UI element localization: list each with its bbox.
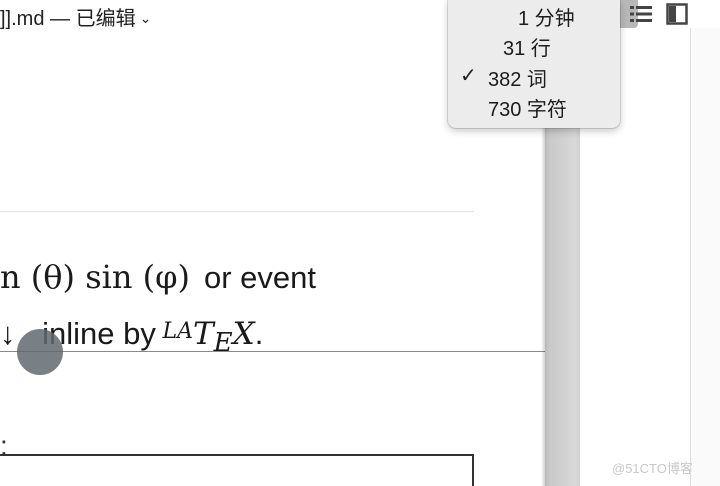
outline-button[interactable] <box>628 1 654 27</box>
checkmark-icon: ✓ <box>460 65 477 87</box>
menu-item-label: 31 行 <box>503 38 551 60</box>
paragraph-line-1: n (θ) sin (φ) or event <box>0 258 316 296</box>
code-block-border <box>0 454 474 486</box>
menu-item-label: 730 字符 <box>488 99 567 121</box>
list-icon <box>630 6 652 22</box>
chevron-down-icon[interactable]: ⌄ <box>140 10 152 26</box>
period: . <box>254 316 264 351</box>
inline-math[interactable]: n (θ) sin (φ) <box>0 258 190 296</box>
document-title[interactable]: ]].md — 已编辑 ⌄ <box>0 2 151 31</box>
cursor-guide-line <box>0 351 580 352</box>
latex-e: E <box>213 328 233 359</box>
sidebar-toggle-icon <box>666 3 688 25</box>
right-strip <box>691 28 720 486</box>
menu-item-label: 382 词 <box>488 69 547 91</box>
watermark: @51CTO博客 <box>612 461 693 476</box>
word-count-menu: 1 分钟 31 行 ✓ 382 词 730 字符 <box>448 0 620 128</box>
toolbar-right <box>628 0 690 28</box>
latex-x: X <box>232 316 255 352</box>
menu-item-lines[interactable]: 31 行 <box>448 31 620 61</box>
latex-t: T <box>192 316 214 352</box>
paragraph-text: or event <box>204 260 317 295</box>
touch-cursor-indicator <box>17 329 63 375</box>
menu-item-minutes[interactable]: 1 分钟 <box>448 1 620 31</box>
menu-item-characters[interactable]: 730 字符 <box>448 92 620 122</box>
down-arrow-glyph: ↓ <box>0 316 16 351</box>
sidebar-toggle-button[interactable] <box>664 1 690 27</box>
document-title-text: ]].md — 已编辑 <box>0 8 136 30</box>
menu-item-words[interactable]: ✓ 382 词 <box>448 62 620 92</box>
latex-la: LA <box>162 319 193 344</box>
horizontal-rule <box>0 211 474 212</box>
latex-logo: LATEX <box>162 316 255 358</box>
menu-item-label: 1 分钟 <box>518 8 575 30</box>
